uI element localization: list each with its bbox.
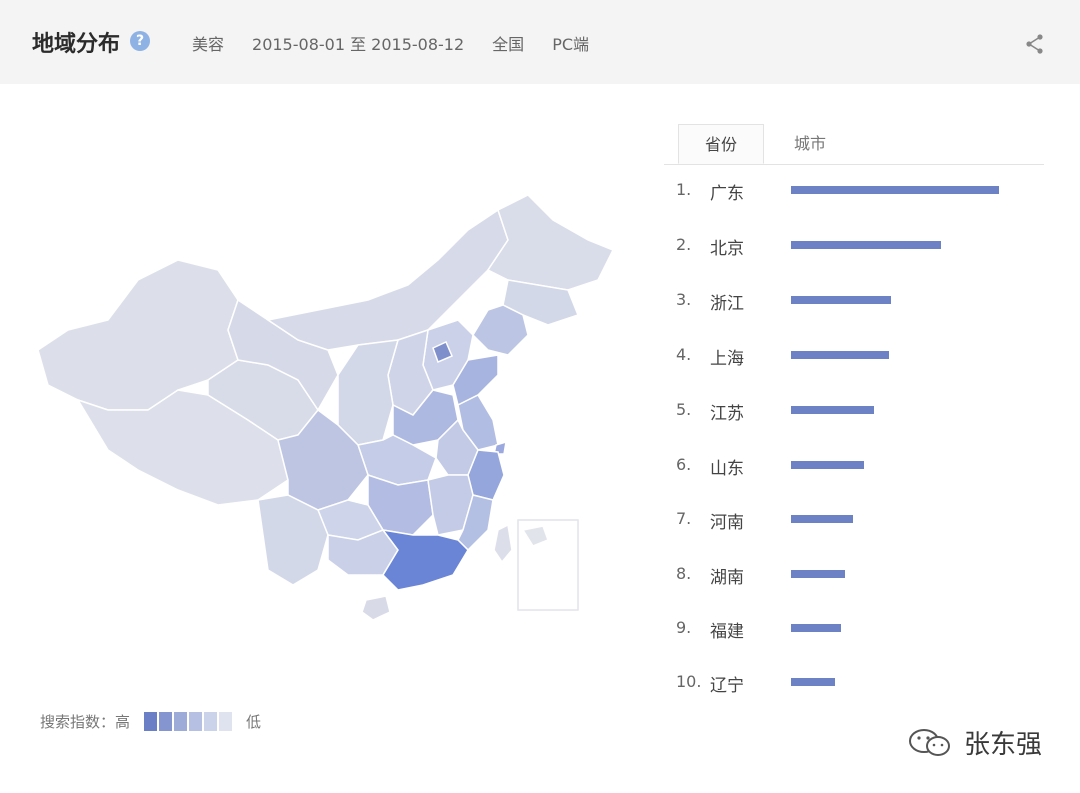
rank-bar <box>791 461 864 469</box>
ranking-row[interactable]: 9. 福建 <box>676 614 1036 644</box>
filter-bar: 美容 2015-08-01 至 2015-08-12 全国 PC端 <box>192 31 589 55</box>
tab-province[interactable]: 省份 <box>678 124 764 164</box>
rank-bar <box>791 351 889 359</box>
wechat-icon <box>909 728 950 756</box>
ranking-row[interactable]: 10. 辽宁 <box>676 668 1036 698</box>
rank-bar <box>791 515 854 523</box>
page-title: 地域分布 <box>32 32 121 57</box>
legend-swatch <box>189 712 203 731</box>
ranking-row[interactable]: 5. 江苏 <box>676 396 1036 426</box>
ranking-row[interactable]: 1. 广东 <box>676 176 1036 206</box>
rank-bar <box>791 624 841 632</box>
ranking-row[interactable]: 2. 北京 <box>676 231 1036 261</box>
ranking-row[interactable]: 7. 河南 <box>676 505 1036 535</box>
rank-number: 3. <box>676 290 692 309</box>
help-icon[interactable]: ? <box>130 31 150 51</box>
rank-number: 1. <box>676 180 692 199</box>
rank-number: 5. <box>676 400 692 419</box>
header: 地域分布 ? 美容 2015-08-01 至 2015-08-12 全国 PC端 <box>0 0 1080 84</box>
rank-number: 2. <box>676 235 692 254</box>
filter-region[interactable]: 全国 <box>492 31 524 55</box>
region-hainan[interactable] <box>361 595 391 621</box>
watermark-text: 张东强 <box>964 730 1043 760</box>
legend-label: 搜索指数：高 <box>40 713 131 731</box>
legend-swatch <box>174 712 188 731</box>
rank-province-name: 浙江 <box>710 294 744 314</box>
rank-province-name: 福建 <box>710 622 744 642</box>
rank-province-name: 河南 <box>710 513 744 533</box>
region-islands <box>521 525 549 547</box>
legend-swatch <box>204 712 218 731</box>
watermark: 张东强 <box>906 724 1042 761</box>
filter-date-range[interactable]: 2015-08-01 至 2015-08-12 <box>252 31 464 55</box>
rank-province-name: 辽宁 <box>710 676 744 696</box>
rank-bar <box>791 406 875 414</box>
legend-swatch <box>144 712 158 731</box>
rank-bar <box>791 570 846 578</box>
rank-province-name: 山东 <box>710 459 744 479</box>
rank-number: 7. <box>676 509 692 528</box>
map-legend: 搜索指数：高 低 <box>40 711 261 732</box>
legend-swatches <box>144 712 234 731</box>
rank-number: 4. <box>676 345 692 364</box>
page: 地域分布 ? 美容 2015-08-01 至 2015-08-12 全国 PC端 <box>0 0 1080 793</box>
rank-province-name: 上海 <box>710 349 744 369</box>
ranking-row[interactable]: 6. 山东 <box>676 451 1036 481</box>
china-map <box>37 194 615 621</box>
ranking-row[interactable]: 3. 浙江 <box>676 286 1036 316</box>
rank-number: 8. <box>676 564 692 583</box>
region-inner-mongolia[interactable] <box>266 208 509 351</box>
rank-province-name: 广东 <box>710 184 744 204</box>
rank-province-name: 湖南 <box>710 568 744 588</box>
tab-city[interactable]: 城市 <box>780 124 840 164</box>
ranking-row[interactable]: 8. 湖南 <box>676 560 1036 590</box>
legend-swatch <box>219 712 233 731</box>
rank-bar <box>791 186 999 194</box>
region-heilongjiang[interactable] <box>486 194 615 291</box>
region-shaanxi[interactable] <box>337 339 400 446</box>
legend-low-label: 低 <box>246 713 262 731</box>
ranking-row[interactable]: 4. 上海 <box>676 341 1036 371</box>
rank-province-name: 北京 <box>710 239 744 259</box>
rank-number: 9. <box>676 618 692 637</box>
rank-bar <box>791 241 941 249</box>
rank-province-name: 江苏 <box>710 404 744 424</box>
filter-device[interactable]: PC端 <box>552 31 589 55</box>
region-taiwan[interactable] <box>493 523 513 564</box>
legend-swatch <box>159 712 173 731</box>
ranking-tabs: 省份 城市 <box>664 124 1044 165</box>
rank-number: 6. <box>676 455 692 474</box>
rank-number: 10. <box>676 672 702 691</box>
region-guangdong[interactable] <box>381 528 469 591</box>
share-icon[interactable] <box>1024 33 1046 55</box>
rank-bar <box>791 678 835 686</box>
filter-category[interactable]: 美容 <box>192 31 224 55</box>
rank-bar <box>791 296 891 304</box>
